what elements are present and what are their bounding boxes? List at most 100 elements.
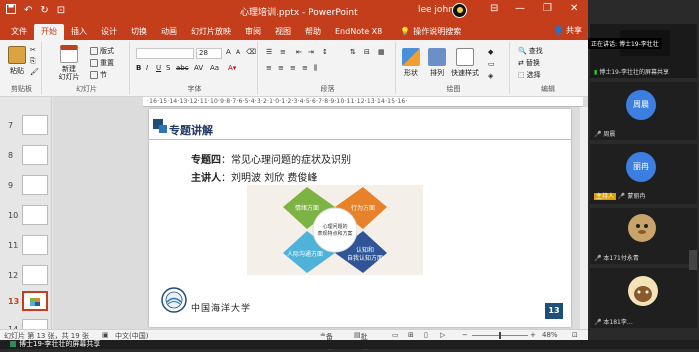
arrange-button[interactable]: 排列	[426, 48, 448, 78]
user-name[interactable]: lee john	[418, 5, 454, 15]
char-spacing-button[interactable]: AV	[194, 64, 203, 72]
paste-button[interactable]: 粘贴	[6, 46, 28, 76]
comments-button[interactable]: ▤ 批注	[354, 331, 368, 351]
zoom-slider-handle[interactable]	[498, 332, 501, 339]
tab-insert[interactable]: 插入	[64, 24, 94, 40]
tab-help[interactable]: 帮助	[298, 24, 328, 40]
spellcheck-icon[interactable]: ▣	[102, 331, 109, 339]
thumbnail-slide-9[interactable]: 9	[0, 171, 52, 201]
format-painter-icon[interactable]: 🖌	[30, 68, 39, 76]
notes-button[interactable]: ≐ 备注	[320, 331, 333, 351]
bullets-icon[interactable]: ☰	[266, 48, 272, 56]
user-avatar[interactable]	[452, 3, 467, 18]
smartart-icon[interactable]: ▦	[378, 48, 385, 56]
minimize-button[interactable]: —	[515, 3, 525, 14]
align-left-icon[interactable]: ≡	[266, 64, 272, 72]
tab-home[interactable]: 开始	[34, 24, 64, 40]
participant-tile-li[interactable]: 🎤 本181李…	[590, 268, 697, 328]
panel-scroll-arrow-icon[interactable]	[689, 250, 697, 270]
thumbnail-slide-10[interactable]: 10	[0, 201, 52, 231]
shapes-button[interactable]: 形状	[400, 48, 422, 78]
tab-animations[interactable]: 动画	[154, 24, 184, 40]
font-name-input[interactable]	[136, 48, 194, 59]
zoom-level[interactable]: 48%	[542, 331, 558, 339]
underline-button[interactable]: U	[156, 64, 161, 72]
zoom-in-button[interactable]: +	[530, 331, 536, 339]
thumbnail-slide-8[interactable]: 8	[0, 141, 52, 171]
tab-slideshow[interactable]: 幻灯片放映	[184, 24, 238, 40]
tab-view[interactable]: 视图	[268, 24, 298, 40]
justify-icon[interactable]: ≡	[302, 64, 308, 72]
save-icon[interactable]	[6, 4, 16, 19]
align-right-icon[interactable]: ≡	[290, 64, 296, 72]
text-direction-icon[interactable]: ⇅	[350, 48, 356, 56]
quick-styles-button[interactable]: 快速样式	[450, 48, 480, 78]
thumbnail-slide-11[interactable]: 11	[0, 231, 52, 261]
cut-icon[interactable]: ✂	[30, 46, 36, 54]
slide-title[interactable]: 专题讲解	[169, 122, 213, 138]
line-spacing-icon[interactable]: ↕	[322, 48, 328, 56]
bold-button[interactable]: B	[136, 64, 141, 72]
strikethrough-button[interactable]: abc	[176, 64, 189, 72]
replace-button[interactable]: ⇄ 替换	[518, 58, 540, 68]
speaking-indicator: 正在讲话: 博士19-李壮壮	[588, 38, 662, 49]
find-button[interactable]: 🔍 查找	[518, 46, 543, 56]
change-case-button[interactable]: Aa	[210, 64, 219, 72]
tab-transitions[interactable]: 切换	[124, 24, 154, 40]
vertical-scrollbar[interactable]	[580, 107, 588, 329]
shape-outline-icon[interactable]: ▭	[488, 60, 495, 68]
participant-tile-mengliran[interactable]: 丽冉 主持人 🎤 蒙丽冉	[590, 144, 697, 204]
tab-design[interactable]: 设计	[94, 24, 124, 40]
section-button[interactable]: 节	[90, 70, 107, 80]
decrease-indent-icon[interactable]: ⇤	[296, 48, 302, 56]
numbering-icon[interactable]: ≡	[280, 48, 286, 56]
italic-button[interactable]: I	[146, 64, 148, 72]
font-color-button[interactable]: A▾	[228, 64, 236, 72]
tab-review[interactable]: 审阅	[238, 24, 268, 40]
new-slide-button[interactable]: 新建 幻灯片	[54, 45, 84, 81]
undo-icon[interactable]: ↶	[24, 4, 32, 19]
share-button[interactable]: 👤 共享	[553, 25, 582, 36]
participant-tile-zhouchen[interactable]: 周晨 🎤 周晨	[590, 82, 697, 140]
fit-slide-icon[interactable]: ⊡	[572, 331, 578, 339]
redo-icon[interactable]: ↻	[40, 4, 48, 19]
increase-indent-icon[interactable]: ⇥	[308, 48, 314, 56]
align-text-icon[interactable]: ⊟	[364, 48, 370, 56]
tab-file[interactable]: 文件	[4, 24, 34, 40]
sorter-view-icon[interactable]: ⊞	[408, 331, 414, 339]
font-size-input[interactable]: 28	[196, 48, 222, 59]
participant-tile-fuyongqing[interactable]: 🎤 本171付永青	[590, 208, 697, 264]
select-button[interactable]: ⬚ 选择	[518, 70, 541, 80]
thumbnail-slide-7[interactable]: 7	[0, 111, 52, 141]
slideshow-view-icon[interactable]: ▷	[440, 331, 445, 339]
grow-font-button[interactable]: A	[226, 48, 231, 56]
shape-fill-icon[interactable]: ◆	[488, 48, 493, 56]
zoom-out-button[interactable]: −	[462, 331, 468, 339]
shrink-font-button[interactable]: A	[236, 49, 240, 56]
layout-button[interactable]: 版式	[90, 46, 114, 56]
align-center-icon[interactable]: ≡	[278, 64, 284, 72]
presentation-icon[interactable]: ⊡	[57, 4, 65, 19]
shadow-button[interactable]: S	[166, 64, 170, 72]
columns-icon[interactable]: ⫼	[314, 64, 317, 73]
reset-button[interactable]: 重置	[90, 58, 114, 68]
ribbon-display-icon[interactable]: ⊟	[490, 3, 498, 14]
topic-line[interactable]: 专题四：常见心理问题的症状及识别	[191, 151, 351, 166]
participant-name-text: 蒙丽冉	[627, 193, 646, 200]
tab-endnote[interactable]: EndNote X8	[328, 24, 389, 40]
lightbulb-icon: 💡	[400, 27, 411, 36]
participant-tile-sharer[interactable]: 正在讲话: 博士19-李壮壮 ▮ 博士19-李壮壮的屏幕共享	[588, 24, 697, 78]
copy-icon[interactable]: ⎘	[30, 57, 36, 66]
close-button[interactable]: ✕	[570, 3, 578, 14]
shapes-icon	[402, 48, 420, 66]
normal-view-icon[interactable]: ▭	[392, 331, 399, 339]
clear-format-icon[interactable]: ⌫	[246, 48, 256, 56]
shape-effects-icon[interactable]: ◈	[488, 72, 493, 80]
speaker-line[interactable]: 主讲人：刘明波 刘欣 费俊峰	[191, 169, 317, 184]
thumbnail-slide-13[interactable]: 13	[0, 287, 52, 317]
reading-view-icon[interactable]: ▯	[424, 331, 428, 339]
tell-me-search[interactable]: 💡 操作说明搜索	[393, 24, 468, 40]
restore-button[interactable]: ❐	[543, 3, 552, 14]
diamond-diagram[interactable]: 心理问题的 表现特点和方案 情绪方面 行为方面 人际沟通方面 认知和 自我认知方…	[247, 185, 423, 275]
current-slide[interactable]: 专题讲解 专题四：常见心理问题的症状及识别 主讲人：刘明波 刘欣 费俊峰 心理问…	[149, 109, 571, 327]
